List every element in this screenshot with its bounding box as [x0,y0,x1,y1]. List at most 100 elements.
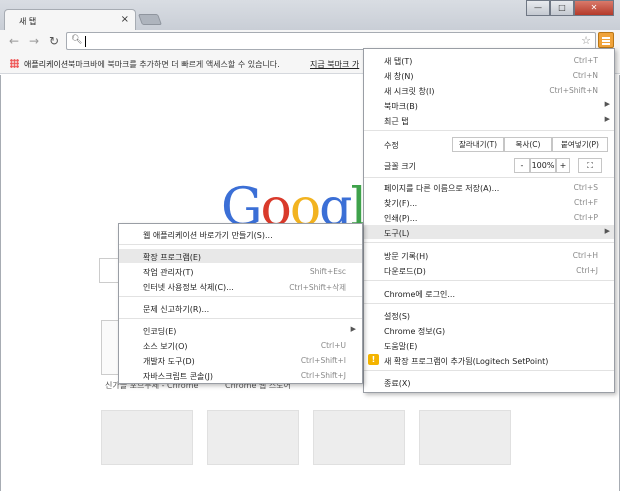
submenu-item-label: 인코딩(E) [143,327,177,336]
menu-shortcut: Ctrl+Shift+I [300,356,346,365]
menu-item-label: 새 시크릿 창(I) [384,87,435,96]
submenu-item-dev-tools[interactable]: 개발자 도구(D) Ctrl+Shift+I [119,353,362,367]
copy-button[interactable]: 복사(C) [504,137,552,152]
menu-item-history[interactable]: 방문 기록(H) Ctrl+H [364,248,614,262]
back-arrow-icon[interactable]: ← [6,33,22,49]
menu-item-extension-added[interactable]: ! 새 확장 프로그램이 추가됨(Logitech SetPoint) [364,353,614,367]
chrome-main-menu: 새 탭(T) Ctrl+T 새 창(N) Ctrl+N 새 시크릿 창(I) C… [363,48,615,393]
menu-item-save-as[interactable]: 페이지를 다른 이름으로 저장(A)... Ctrl+S [364,180,614,194]
reload-icon[interactable]: ↻ [46,33,62,49]
submenu-item-extensions[interactable]: 확장 프로그램(E) [119,249,362,263]
menu-item-new-tab[interactable]: 새 탭(T) Ctrl+T [364,53,614,67]
submenu-item-label: 확장 프로그램(E) [143,253,201,262]
menu-separator [364,177,614,178]
menu-item-incognito[interactable]: 새 시크릿 창(I) Ctrl+Shift+N [364,83,614,97]
menu-item-downloads[interactable]: 다운로드(D) Ctrl+J [364,263,614,277]
submenu-item-view-source[interactable]: 소스 보기(O) Ctrl+U [119,338,362,352]
menu-item-new-window[interactable]: 새 창(N) Ctrl+N [364,68,614,82]
menu-item-label: 설정(S) [384,312,411,321]
menu-item-label: 북마크(B) [384,102,418,111]
menu-item-help[interactable]: 도움말(E) [364,338,614,352]
submenu-item-task-manager[interactable]: 작업 관리자(T) Shift+Esc [119,264,362,278]
warning-icon: ! [368,354,379,365]
menu-separator [364,280,614,281]
empty-thumbnail [207,410,299,465]
menu-item-signin[interactable]: Chrome에 로그인... [364,286,614,300]
menu-separator [119,318,362,319]
fullscreen-icon[interactable]: ⛶ [578,158,602,173]
zoom-level: 100% [530,158,556,173]
menu-item-label: Chrome에 로그인... [384,290,455,299]
apps-grid-icon[interactable] [10,59,19,68]
menu-item-recent-tabs[interactable]: 최근 탭 ▶ [364,113,614,127]
bookmarks-hint: 북마크바에 북마크를 추가하면 더 빠르게 액세스할 수 있습니다. [68,60,280,69]
menu-separator [119,296,362,297]
maximize-button[interactable]: □ [550,0,574,16]
menu-shortcut: Ctrl+T [573,56,598,65]
star-icon[interactable]: ☆ [581,34,591,47]
menu-shortcut: Ctrl+U [320,341,346,350]
chrome-menu-button[interactable] [598,32,614,48]
submenu-item-encoding[interactable]: 인코딩(E) ▶ [119,323,362,337]
menu-item-print[interactable]: 인쇄(P)... Ctrl+P [364,210,614,224]
menu-separator [364,370,614,371]
tab-new-tab[interactable]: 새 탭 × [4,9,136,31]
import-bookmarks-link[interactable]: 지금 북마크 가 [310,59,359,70]
menu-item-label: 도움말(E) [384,342,418,351]
minimize-button[interactable]: — [526,0,550,16]
zoom-in-button[interactable]: + [556,158,570,173]
submenu-item-label: 인터넷 사용정보 삭제(C)... [143,283,234,292]
menu-item-find[interactable]: 찾기(F)... Ctrl+F [364,195,614,209]
close-tab-icon[interactable]: × [121,14,129,25]
menu-item-label: 최근 탭 [384,117,409,126]
submenu-item-label: 웹 애플리케이션 바로가기 만들기(S)... [143,231,273,240]
menu-item-label: 종료(X) [384,379,411,388]
menu-item-label: 글꼴 크기 [384,162,416,171]
submenu-arrow-icon: ▶ [604,227,610,235]
zoom-out-button[interactable]: - [514,158,530,173]
menu-shortcut: Ctrl+Shift+J [300,371,346,380]
menu-shortcut: Shift+Esc [309,267,346,276]
menu-shortcut: Ctrl+P [573,213,598,222]
menu-item-settings[interactable]: 설정(S) [364,308,614,322]
tab-title: 새 탭 [19,17,37,26]
menu-item-label: 도구(L) [384,229,410,238]
menu-shortcut: Ctrl+N [572,71,598,80]
menu-shortcut: Ctrl+S [573,183,598,192]
submenu-arrow-icon: ▶ [350,325,356,333]
title-bar: 새 탭 × — □ ✕ [0,0,620,31]
menu-item-tools[interactable]: 도구(L) ▶ [364,225,614,239]
menu-shortcut: Ctrl+Shift+N [549,86,598,95]
menu-item-label: 다운로드(D) [384,267,426,276]
menu-shortcut: Ctrl+F [574,198,598,207]
cut-button[interactable]: 잘라내기(T) [452,137,504,152]
menu-item-about[interactable]: Chrome 정보(G) [364,323,614,337]
submenu-item-label: 개발자 도구(D) [143,357,195,366]
menu-shortcut: Ctrl+H [572,251,598,260]
apps-link[interactable]: 애플리케이션 [24,59,68,70]
submenu-item-label: 자바스크립트 콘솔(J) [143,372,214,381]
menu-item-label: 찾기(F)... [384,199,418,208]
menu-item-label: 페이지를 다른 이름으로 저장(A)... [384,184,500,193]
submenu-item-clear-data[interactable]: 인터넷 사용정보 삭제(C)... Ctrl+Shift+삭제 [119,279,362,293]
empty-thumbnail [419,410,511,465]
close-window-button[interactable]: ✕ [574,0,614,16]
menu-shortcut: Ctrl+J [576,266,598,275]
paste-button[interactable]: 붙여넣기(P) [552,137,608,152]
forward-arrow-icon[interactable]: → [26,33,42,49]
menu-item-zoom: 글꼴 크기 [364,158,614,172]
submenu-item-js-console[interactable]: 자바스크립트 콘솔(J) Ctrl+Shift+J [119,368,362,382]
menu-item-exit[interactable]: 종료(X) [364,375,614,389]
submenu-item-label: 소스 보기(O) [143,342,188,351]
submenu-item-create-shortcuts[interactable]: 웹 애플리케이션 바로가기 만들기(S)... [119,227,362,241]
search-icon: 🔍︎ [71,35,83,45]
menu-separator [364,130,614,131]
menu-item-label: 인쇄(P)... [384,214,418,223]
menu-item-bookmarks[interactable]: 북마크(B) ▶ [364,98,614,112]
submenu-item-report-issue[interactable]: 문제 신고하기(R)... [119,301,362,315]
submenu-item-label: 문제 신고하기(R)... [143,305,210,314]
submenu-arrow-icon: ▶ [604,115,610,123]
menu-item-label: 새 탭(T) [384,57,413,66]
new-tab-button[interactable] [137,14,163,25]
submenu-item-label: 작업 관리자(T) [143,268,194,277]
